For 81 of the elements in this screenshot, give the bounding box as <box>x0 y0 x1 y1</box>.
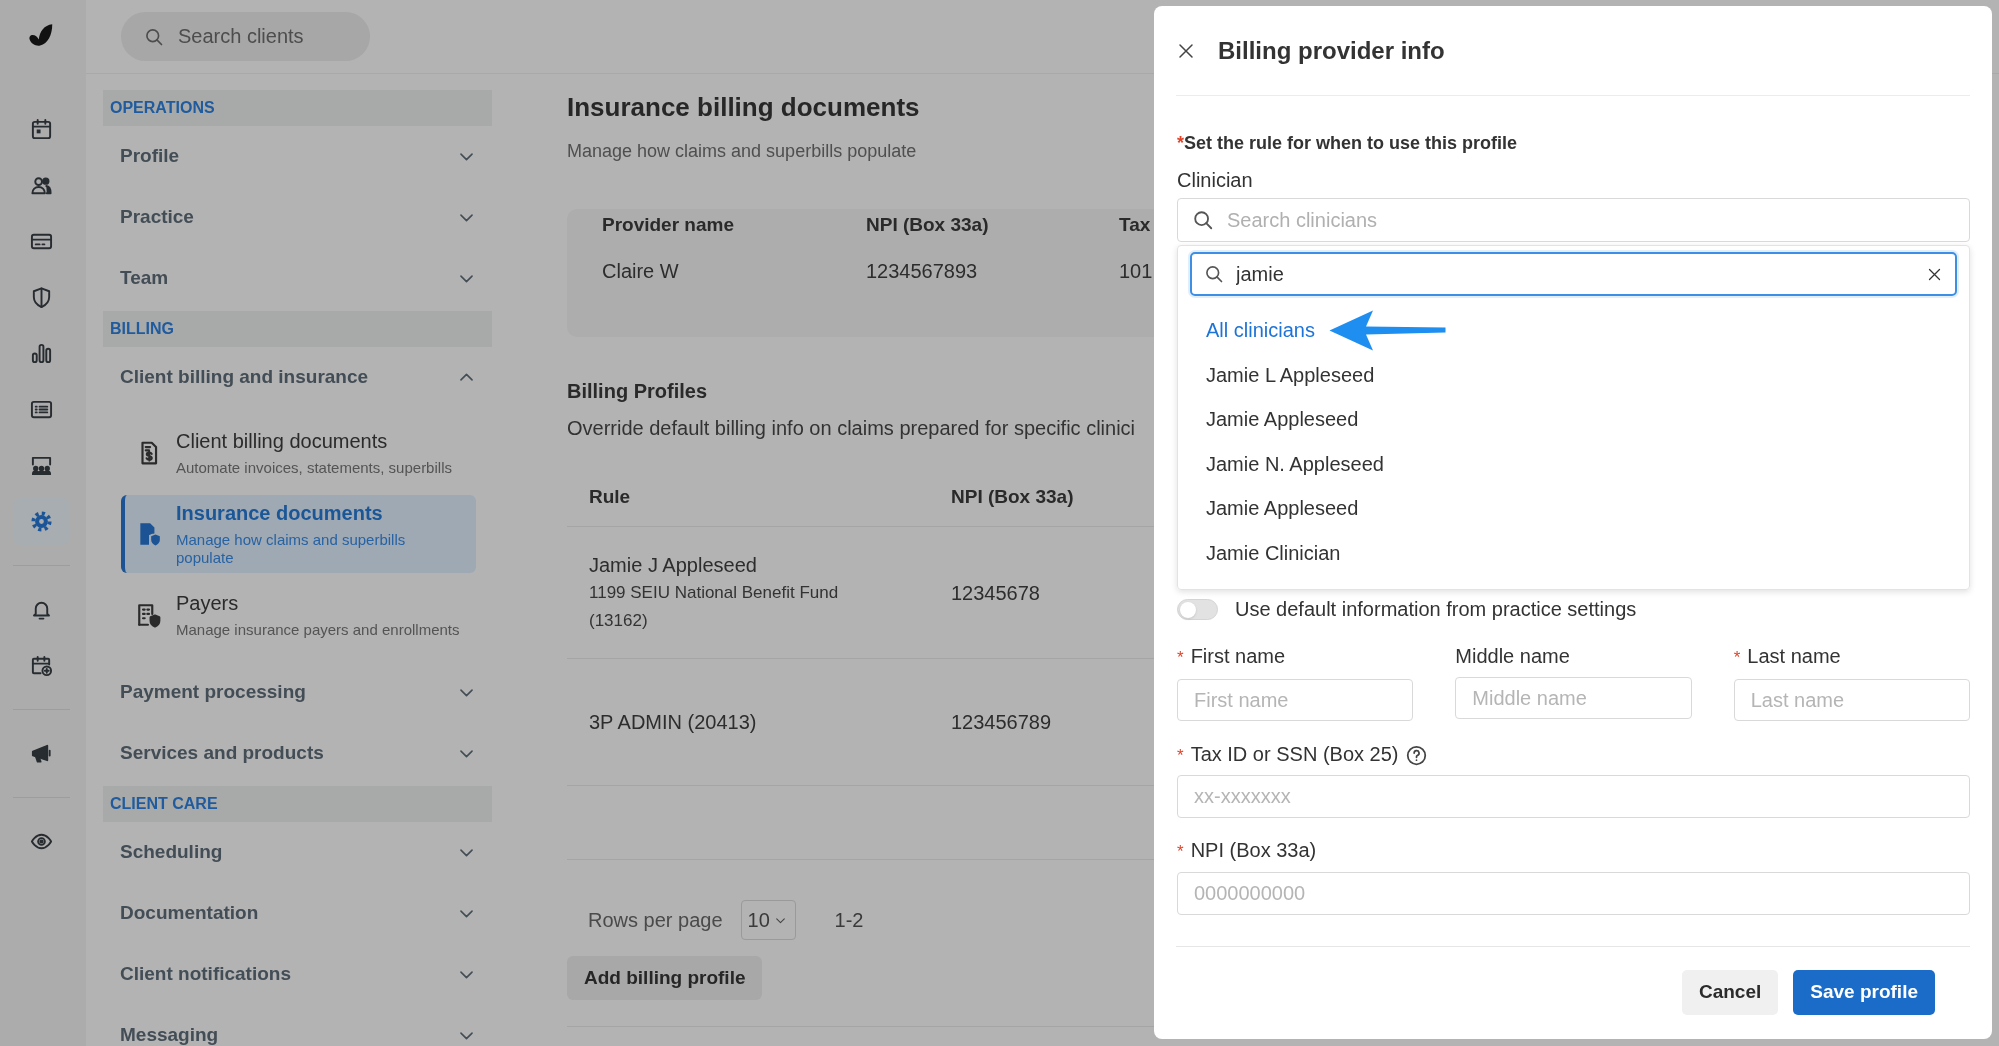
clinician-filter-field[interactable]: jamie <box>1190 252 1957 296</box>
field-label: Middle name <box>1455 644 1570 668</box>
dropdown-option[interactable]: Jamie L Appleseed <box>1206 359 1375 390</box>
search-icon <box>144 26 164 47</box>
column-header: Rule <box>589 485 632 510</box>
nav-item-description: Manage how claims and superbills populate <box>176 531 407 567</box>
input-field[interactable]: Middle name <box>1455 677 1692 719</box>
dropdown-option[interactable]: All clinicians <box>1206 315 1315 346</box>
field-label: * Last name <box>1733 644 1841 669</box>
input-field[interactable]: 0000000000 <box>1177 872 1970 915</box>
section-header: BILLING <box>103 311 492 347</box>
nav-item[interactable]: Documentation <box>103 883 492 944</box>
nav-item[interactable]: Client billing and insurance <box>103 347 492 408</box>
field-label: * NPI (Box 33a) <box>1177 838 1317 863</box>
toggle-label: Use default information from practice settings <box>1235 597 1637 622</box>
building-shield-icon <box>136 602 162 628</box>
search-field[interactable]: Search clients <box>121 12 370 61</box>
nav-item[interactable]: Team <box>103 248 492 309</box>
rows-per-page-select[interactable]: 10 <box>740 900 796 940</box>
table-cell-text: Claire W <box>602 259 680 284</box>
close-icon[interactable] <box>1177 41 1195 60</box>
section-header: CLIENT CARE <box>103 786 492 822</box>
page-title: Insurance billing documents <box>567 91 921 124</box>
add-billing-profile-button[interactable]: Add billing profile <box>567 956 763 1000</box>
rule-detail: 1199 SEIU National Benefit Fund (13162) <box>589 581 840 632</box>
table-cell-text: 1234567893 <box>866 259 979 284</box>
rule-heading: *Set the rule for when to use this profile <box>1177 132 1519 155</box>
input-field[interactable]: xx-xxxxxxx <box>1177 775 1970 818</box>
dropdown-option[interactable]: Jamie N. Appleseed <box>1206 448 1384 479</box>
table-cell-text: 101 <box>1119 259 1154 284</box>
megaphone-icon[interactable] <box>29 742 53 765</box>
rule-name: 3P ADMIN (20413) <box>589 710 758 735</box>
help-icon[interactable] <box>1406 744 1428 766</box>
input-field[interactable]: Last name <box>1733 679 1970 721</box>
bar-chart-icon[interactable] <box>29 342 53 365</box>
page-subtitle: Manage how claims and superbills populate <box>567 140 918 162</box>
calendar-plus-icon[interactable] <box>29 654 53 677</box>
column-header: Provider name <box>602 212 735 237</box>
nav-item-description: Manage insurance payers and enrollments <box>176 621 460 639</box>
sub-nav-item[interactable]: Client billing documents Automate invoices, statements, superbills <box>121 414 476 492</box>
nav-item[interactable]: Payment processing <box>103 662 492 723</box>
nav-item[interactable]: Practice <box>103 187 492 248</box>
field-label: Clinician <box>1177 168 1254 192</box>
nav-item-description: Automate invoices, statements, superbills <box>176 459 452 477</box>
search-icon <box>1204 264 1224 284</box>
table-cell-text: 123456789 <box>951 710 1052 735</box>
page-range: 1-2 <box>834 908 864 933</box>
table-cell-text: 12345678 <box>951 580 1040 606</box>
dropdown-option[interactable]: Jamie Appleseed <box>1206 404 1359 435</box>
toggle-switch[interactable] <box>1177 598 1218 620</box>
section-title: Billing Profiles <box>567 379 709 403</box>
section-header: OPERATIONS <box>103 90 492 126</box>
calendar-icon[interactable] <box>29 118 53 141</box>
rows-per-page-label: Rows per page <box>588 908 723 933</box>
dropdown-option[interactable]: Jamie Clinician <box>1206 537 1341 568</box>
clinician-search-field[interactable]: Search clinicians <box>1177 198 1970 242</box>
dropdown-option[interactable]: Jamie Appleseed <box>1206 493 1359 524</box>
drawer-title: Billing provider info <box>1218 35 1445 66</box>
nav-item[interactable]: Profile <box>103 126 492 187</box>
field-label: * First name <box>1177 644 1286 669</box>
column-header: NPI (Box 33a) <box>866 212 990 237</box>
sub-nav-item[interactable]: Payers Manage insurance payers and enrollments <box>121 576 476 654</box>
save-button[interactable]: Save profile <box>1793 970 1935 1015</box>
nav-item[interactable]: Messaging <box>103 1005 492 1046</box>
clear-icon[interactable] <box>1927 266 1942 282</box>
field-label: * Tax ID or SSN (Box 25) <box>1177 742 1399 767</box>
input-field[interactable]: First name <box>1177 679 1414 721</box>
sub-nav-item[interactable]: Insurance documents Manage how claims and superbills populate <box>121 495 476 573</box>
arrow-icon <box>1328 309 1446 351</box>
nav-item[interactable]: Scheduling <box>103 822 492 883</box>
column-header: NPI (Box 33a) <box>951 485 1075 510</box>
search-icon <box>1192 209 1214 231</box>
people-icon[interactable] <box>29 174 53 197</box>
group-icon[interactable] <box>29 454 53 477</box>
cancel-button[interactable]: Cancel <box>1681 970 1779 1015</box>
rule-name: Jamie J Appleseed <box>589 552 758 578</box>
column-header: Tax <box>1119 212 1152 237</box>
nav-item[interactable]: Client notifications <box>103 944 492 1005</box>
section-description: Override default billing info on claims prepared for specific clinici <box>567 416 1137 440</box>
nav-item[interactable]: Services and products <box>103 723 492 784</box>
list-icon[interactable] <box>29 398 53 421</box>
